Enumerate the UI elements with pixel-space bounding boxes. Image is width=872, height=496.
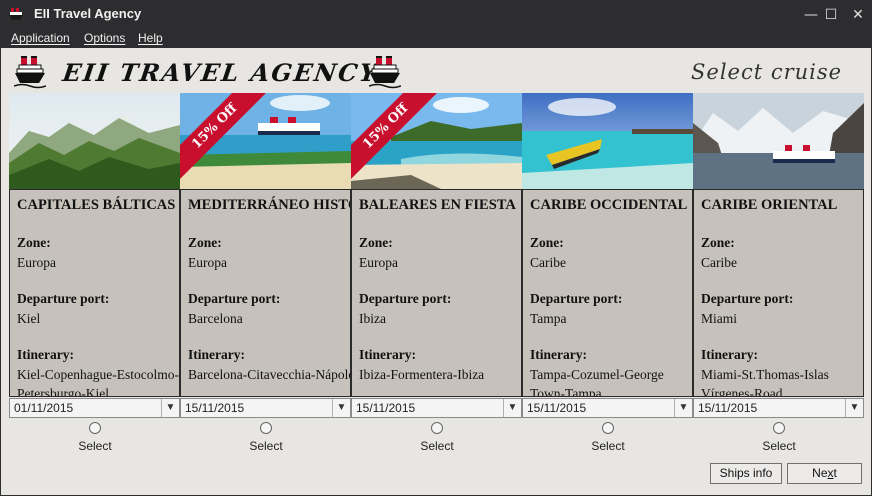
date-value: 15/11/2015 bbox=[356, 401, 416, 415]
itinerary-value-cont: Petersburgo-Kiel bbox=[17, 386, 109, 397]
cruise-details: BALEARES EN FIESTA Zone: Europa Departur… bbox=[351, 189, 522, 397]
select-radio[interactable] bbox=[431, 422, 443, 434]
itinerary-label: Itinerary: bbox=[701, 347, 758, 362]
departure-value: Kiel bbox=[17, 311, 41, 326]
zone-value: Europa bbox=[188, 255, 227, 270]
itinerary-value: Tampa-Cozumel-George bbox=[530, 367, 664, 382]
departure-date-picker[interactable]: 15/11/2015 ▼ bbox=[522, 398, 693, 418]
zone-value: Caribe bbox=[530, 255, 566, 270]
cruise-name: CAPITALES BÁLTICAS bbox=[17, 197, 176, 213]
departure-label: Departure port: bbox=[188, 291, 281, 306]
departure-date-picker[interactable]: 01/11/2015 ▼ bbox=[9, 398, 180, 418]
itinerary-value: Barcelona-Citavecchia-Nápoles bbox=[188, 367, 351, 382]
zone-label: Zone: bbox=[530, 235, 564, 250]
departure-label: Departure port: bbox=[17, 291, 110, 306]
cruise-details: MEDITERRÁNEO HISTÓRICO Zone: Europa Depa… bbox=[180, 189, 351, 397]
select-radio[interactable] bbox=[602, 422, 614, 434]
itinerary-label: Itinerary: bbox=[188, 347, 245, 362]
date-value: 15/11/2015 bbox=[527, 401, 587, 415]
cruise-card[interactable]: CARIBE OCCIDENTAL Zone: Caribe Departure… bbox=[522, 93, 693, 397]
minimize-button[interactable]: — bbox=[800, 4, 822, 26]
zone-label: Zone: bbox=[701, 235, 735, 250]
chevron-down-icon[interactable]: ▼ bbox=[161, 399, 179, 417]
cruise-ship-icon bbox=[14, 56, 46, 89]
date-value: 01/11/2015 bbox=[14, 401, 74, 415]
cruise-details: CARIBE OCCIDENTAL Zone: Caribe Departure… bbox=[522, 189, 693, 397]
cruise-card[interactable]: CAPITALES BÁLTICAS Zone: Europa Departur… bbox=[9, 93, 180, 397]
zone-value: Europa bbox=[359, 255, 398, 270]
select-radio[interactable] bbox=[260, 422, 272, 434]
itinerary-label: Itinerary: bbox=[17, 347, 74, 362]
close-button[interactable]: ✕ bbox=[847, 4, 869, 26]
cruise-details: CARIBE ORIENTAL Zone: Caribe Departure p… bbox=[693, 189, 864, 397]
select-label[interactable]: Select bbox=[65, 439, 125, 453]
itinerary-value-cont: Vírgenes-Road bbox=[701, 386, 783, 397]
chevron-down-icon[interactable]: ▼ bbox=[845, 399, 863, 417]
cruise-name: BALEARES EN FIESTA bbox=[359, 197, 516, 213]
zone-label: Zone: bbox=[188, 235, 222, 250]
itinerary-value: Miami-St.Thomas-Islas bbox=[701, 367, 829, 382]
departure-label: Departure port: bbox=[530, 291, 623, 306]
itinerary-value: Kiel-Copenhague-Estocolmo- bbox=[17, 367, 179, 382]
menu-bar: Application Options Help bbox=[0, 29, 872, 47]
departure-value: Miami bbox=[701, 311, 737, 326]
cruise-name: MEDITERRÁNEO HISTÓRICO bbox=[188, 197, 350, 213]
select-label[interactable]: Select bbox=[407, 439, 467, 453]
cruise-card[interactable]: CARIBE ORIENTAL Zone: Caribe Departure p… bbox=[693, 93, 864, 397]
select-label[interactable]: Select bbox=[578, 439, 638, 453]
maximize-button[interactable]: ☐ bbox=[820, 4, 842, 26]
page-title: Select cruise bbox=[691, 60, 843, 84]
cruise-photo bbox=[9, 93, 180, 189]
chevron-down-icon[interactable]: ▼ bbox=[332, 399, 350, 417]
zone-value: Europa bbox=[17, 255, 56, 270]
cruise-name: CARIBE ORIENTAL bbox=[701, 197, 838, 213]
cruise-photo: 15% Off bbox=[351, 93, 522, 189]
select-radio[interactable] bbox=[773, 422, 785, 434]
menu-options[interactable]: Options bbox=[84, 31, 125, 45]
cruise-ship-icon bbox=[9, 8, 23, 20]
cruise-photo bbox=[693, 93, 864, 189]
itinerary-label: Itinerary: bbox=[530, 347, 587, 362]
departure-date-picker[interactable]: 15/11/2015 ▼ bbox=[693, 398, 864, 418]
itinerary-value-cont: Town-Tampa bbox=[530, 386, 602, 397]
departure-label: Departure port: bbox=[359, 291, 452, 306]
cruise-card[interactable]: 15% Off BALEARES EN FIESTA Zone: Europa … bbox=[351, 93, 522, 397]
itinerary-value: Ibiza-Formentera-Ibiza bbox=[359, 367, 485, 382]
departure-date-picker[interactable]: 15/11/2015 ▼ bbox=[351, 398, 522, 418]
departure-label: Departure port: bbox=[701, 291, 794, 306]
date-value: 15/11/2015 bbox=[698, 401, 758, 415]
cruise-details: CAPITALES BÁLTICAS Zone: Europa Departur… bbox=[9, 189, 180, 397]
cruise-name: CARIBE OCCIDENTAL bbox=[530, 197, 688, 213]
select-label[interactable]: Select bbox=[749, 439, 809, 453]
chevron-down-icon[interactable]: ▼ bbox=[503, 399, 521, 417]
next-label-end: t bbox=[833, 466, 837, 480]
zone-label: Zone: bbox=[17, 235, 51, 250]
date-value: 15/11/2015 bbox=[185, 401, 245, 415]
cruise-card[interactable]: 15% Off MEDITERRÁNEO HISTÓRICO Zone: Eur… bbox=[180, 93, 351, 397]
cruise-photo bbox=[522, 93, 693, 189]
next-button[interactable]: Next bbox=[787, 463, 862, 484]
next-label-start: Ne bbox=[812, 466, 828, 480]
zone-value: Caribe bbox=[701, 255, 737, 270]
menu-application[interactable]: Application bbox=[11, 31, 70, 45]
title-bar: EII Travel Agency — ☐ ✕ bbox=[0, 0, 872, 29]
departure-value: Ibiza bbox=[359, 311, 386, 326]
departure-date-picker[interactable]: 15/11/2015 ▼ bbox=[180, 398, 351, 418]
departure-value: Barcelona bbox=[188, 311, 243, 326]
zone-label: Zone: bbox=[359, 235, 393, 250]
brand-name: EII TRAVEL AGENCY bbox=[60, 58, 381, 87]
select-label[interactable]: Select bbox=[236, 439, 296, 453]
main-panel: EII TRAVEL AGENCY Select cruise CAPITALE… bbox=[1, 48, 871, 495]
cruise-photo: 15% Off bbox=[180, 93, 351, 189]
menu-help[interactable]: Help bbox=[138, 31, 163, 45]
ships-info-button[interactable]: Ships info bbox=[710, 463, 782, 484]
select-radio[interactable] bbox=[89, 422, 101, 434]
chevron-down-icon[interactable]: ▼ bbox=[674, 399, 692, 417]
cruise-ship-icon bbox=[369, 56, 401, 89]
itinerary-label: Itinerary: bbox=[359, 347, 416, 362]
departure-value: Tampa bbox=[530, 311, 567, 326]
window-title: EII Travel Agency bbox=[34, 6, 142, 21]
